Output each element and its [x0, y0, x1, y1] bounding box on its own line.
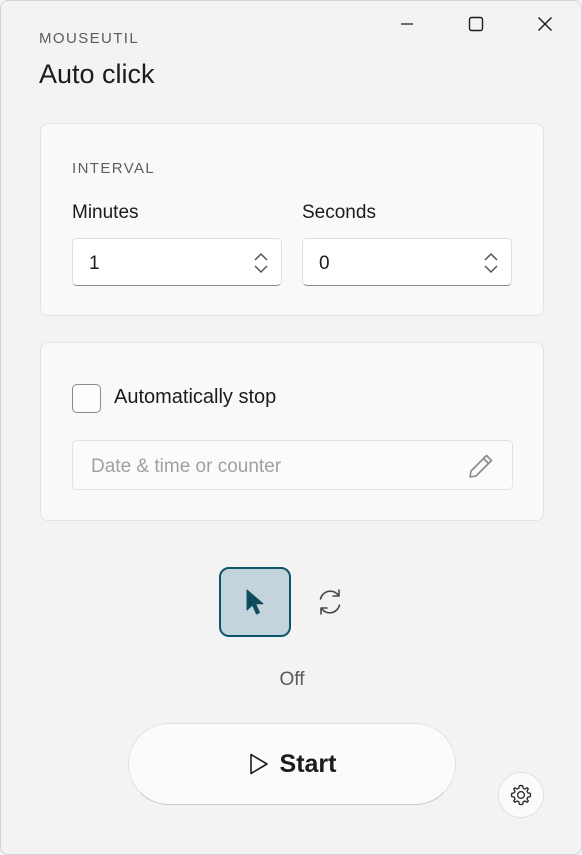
status-text: Off	[279, 669, 305, 690]
auto-stop-label[interactable]: Automatically stop	[114, 386, 276, 409]
gear-icon	[510, 784, 532, 806]
minutes-label: Minutes	[72, 202, 139, 223]
minutes-value: 1	[89, 253, 100, 274]
repeat-mode-button[interactable]	[312, 584, 348, 620]
stop-condition-input[interactable]: Date & time or counter	[72, 440, 513, 490]
stop-condition-placeholder: Date & time or counter	[91, 456, 282, 477]
repeat-icon	[319, 589, 341, 615]
interval-heading: INTERVAL	[72, 160, 156, 177]
minimize-icon	[401, 23, 413, 25]
minimize-button[interactable]	[373, 1, 441, 47]
start-label: Start	[279, 749, 337, 778]
cursor-mode-button[interactable]	[219, 567, 291, 637]
seconds-value: 0	[319, 253, 330, 274]
pencil-icon[interactable]	[466, 451, 496, 481]
settings-button[interactable]	[498, 772, 544, 818]
close-icon	[538, 17, 552, 31]
seconds-number-box[interactable]: 0	[302, 238, 512, 286]
maximize-icon	[468, 16, 484, 32]
seconds-label: Seconds	[302, 202, 376, 223]
start-button[interactable]: Start	[128, 723, 456, 805]
auto-stop-checkbox[interactable]	[72, 384, 101, 413]
auto-stop-card: Automatically stop Date & time or counte…	[40, 342, 544, 521]
cursor-icon	[246, 589, 264, 615]
close-button[interactable]	[511, 1, 579, 47]
app-caption: MOUSEUTIL	[39, 30, 140, 47]
minutes-number-box[interactable]: 1	[72, 238, 282, 286]
spin-up-down-icon[interactable]	[482, 251, 500, 275]
interval-card: INTERVAL Minutes Seconds 1 0	[40, 123, 544, 316]
play-icon	[249, 753, 268, 775]
app-window: MOUSEUTIL Auto click INTERVAL Minutes Se…	[0, 0, 582, 855]
spin-up-down-icon[interactable]	[252, 251, 270, 275]
page-title: Auto click	[39, 59, 155, 89]
maximize-button[interactable]	[442, 1, 510, 47]
